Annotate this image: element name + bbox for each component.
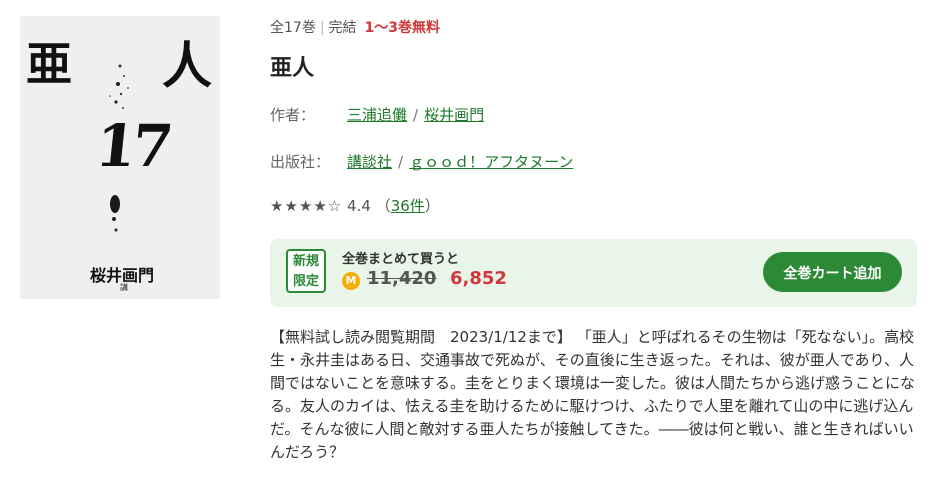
volume-count: 全17巻 [270, 20, 316, 36]
label-link[interactable]: ｇｏｏｄ！アフタヌーン [409, 153, 573, 171]
author-link-1[interactable]: 三浦追儺 [347, 106, 407, 124]
rating-value: 4.4 [347, 197, 371, 215]
cover-publisher-mark: 講 [120, 283, 128, 292]
free-volumes-label: 1〜3巻無料 [364, 20, 441, 36]
series-meta: 全17巻 | 完結 1〜3巻無料 [270, 17, 440, 37]
original-price: 11,420 [367, 268, 437, 289]
author-link-2[interactable]: 桜井画門 [424, 106, 484, 124]
coin-icon: M [342, 272, 360, 290]
badge-line-1: 新規 [292, 254, 319, 269]
cover-volume-number: 17 [92, 112, 173, 180]
cover-title-char-1: 亜 [26, 37, 72, 91]
meta-divider: | [319, 20, 325, 36]
page-title: 亜人 [270, 56, 315, 81]
book-cover[interactable]: 亜 人 17 桜井画門 講 [20, 16, 220, 299]
badge-line-2: 限定 [292, 274, 319, 289]
author-row: 作者： 三浦追儺 / 桜井画門 [270, 104, 484, 125]
new-limited-badge: 新規 限定 [286, 249, 326, 293]
bundle-offer-panel: 新規 限定 全巻まとめて買うと M 11,420 6,852 全巻カート追加 [270, 239, 917, 307]
cover-title-char-2: 人 [162, 36, 212, 95]
review-count: （36件） [376, 197, 440, 215]
review-count-link[interactable]: 36件 [391, 197, 425, 215]
author-separator: / [413, 106, 419, 124]
bundle-price: 6,852 [450, 268, 507, 289]
publisher-link[interactable]: 講談社 [347, 153, 392, 171]
publisher-label: 出版社： [270, 153, 331, 171]
completion-status: 完結 [328, 20, 357, 36]
add-all-to-cart-button[interactable]: 全巻カート追加 [763, 252, 902, 292]
series-description: 【無料試し読み閲覧期間 2023/1/12まで】 「亜人」と呼ばれるその生物は「… [270, 328, 916, 461]
bundle-lead-text: 全巻まとめて買うと [342, 252, 460, 267]
review-count-open: （ [375, 197, 391, 215]
rating: ★★★★☆ 4.4 （36件） [270, 195, 440, 216]
review-count-close: ） [424, 197, 440, 215]
author-label: 作者： [270, 106, 316, 124]
publisher-separator: / [398, 153, 404, 171]
publisher-row: 出版社： 講談社 / ｇｏｏｄ！アフタヌーン [270, 151, 573, 172]
star-rating-icon: ★★★★☆ [270, 197, 343, 215]
